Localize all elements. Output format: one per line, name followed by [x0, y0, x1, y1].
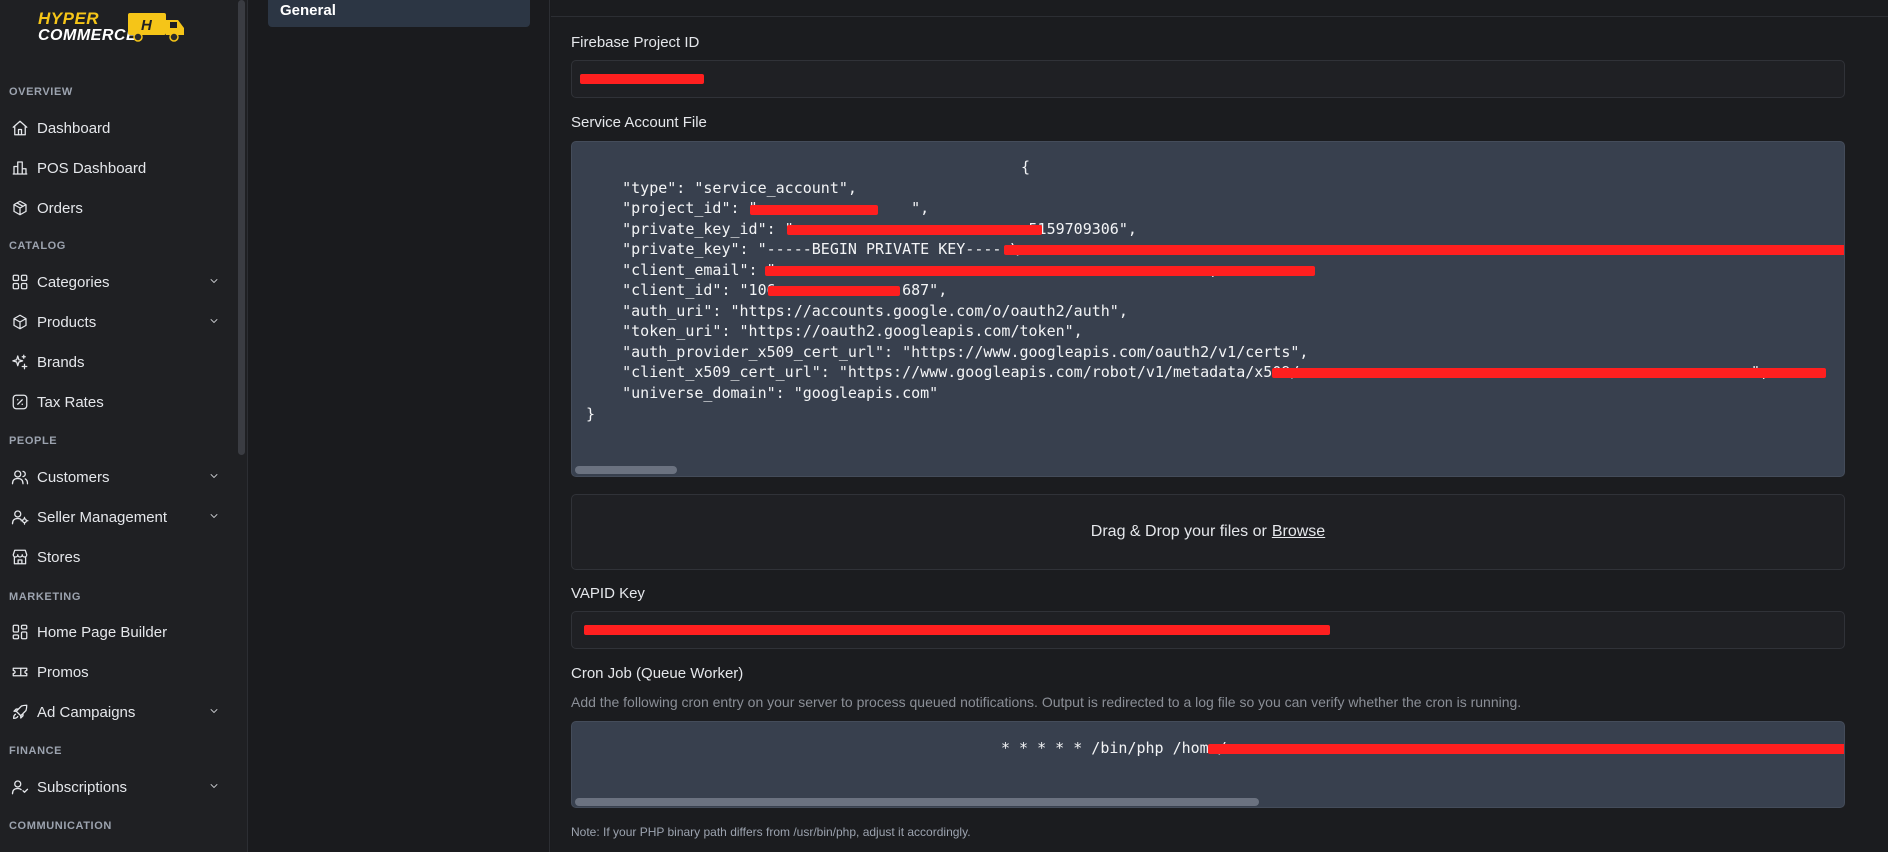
redaction-mark [1004, 245, 1844, 255]
package-icon [10, 198, 30, 218]
sidebar-item-label: Orders [37, 199, 83, 217]
json-line: "type": "service_account", [586, 179, 857, 197]
user-gear-icon [10, 507, 30, 527]
redaction-mark [765, 266, 1315, 276]
main-content: Firebase Project ID Service Account File… [551, 0, 1888, 852]
settings-nav: General [248, 0, 550, 852]
user-badge-icon [10, 777, 30, 797]
sparkles-icon [10, 352, 30, 372]
section-communication: COMMUNICATION [9, 820, 112, 832]
section-finance: FINANCE [9, 745, 63, 757]
vapid-key-input[interactable] [571, 611, 1845, 649]
home-icon [10, 118, 30, 138]
file-dropzone[interactable]: Drag & Drop your files or Browse [571, 494, 1845, 570]
json-line: "private_key": "-----BEGIN PRIVATE KEY--… [586, 240, 1020, 258]
sidebar-item-label: Tax Rates [37, 393, 104, 411]
chevron-down-icon [210, 784, 218, 788]
brand-logo[interactable]: HYPER COMMERCE H [38, 6, 192, 46]
section-overview: OVERVIEW [9, 86, 73, 98]
sidebar-item-label: Subscriptions [37, 778, 128, 796]
service-account-label: Service Account File [571, 114, 707, 131]
percent-icon [10, 392, 30, 412]
chevron-down-icon [210, 709, 218, 713]
service-account-textarea[interactable]: { "type": "service_account", "project_id… [571, 141, 1845, 477]
php-path-note: Note: If your PHP binary path differs fr… [571, 825, 971, 839]
browse-link[interactable]: Browse [1272, 523, 1325, 541]
sidebar-item-label: Stores [37, 548, 81, 566]
cron-command-box[interactable]: * * * * * /bin/php /home/ [571, 721, 1845, 808]
sidebar-item-label: Brands [37, 353, 85, 371]
sidebar-item-categories[interactable]: Categories [0, 266, 234, 298]
sidebar-item-pos-dashboard[interactable]: POS Dashboard [0, 152, 234, 184]
json-line: } [586, 405, 596, 423]
brand-wordmark: HYPER COMMERCE [38, 10, 137, 44]
redaction-mark [584, 625, 1330, 635]
json-line: "auth_uri": "https://accounts.google.com… [586, 302, 1128, 320]
sidebar-item-label: Dashboard [37, 119, 111, 137]
dropzone-text: Drag & Drop your files or [1090, 523, 1267, 540]
section-catalog: CATALOG [9, 240, 66, 252]
json-line: "auth_provider_x509_cert_url": "https://… [586, 343, 1309, 361]
sidebar-item-dashboard[interactable]: Dashboard [0, 112, 234, 144]
sidebar-item-label: Seller Management [37, 508, 168, 526]
redaction-mark [580, 74, 704, 84]
sidebar-item-products[interactable]: Products [0, 306, 234, 338]
store-icon [10, 547, 30, 567]
sidebar-item-label: Customers [37, 468, 110, 486]
layout-grid-icon [10, 622, 30, 642]
sidebar-item-seller-management[interactable]: Seller Management [0, 501, 234, 533]
bar-chart-icon [10, 158, 30, 178]
vapid-key-label: VAPID Key [571, 585, 645, 602]
divider [551, 16, 1888, 17]
redaction-mark [1272, 368, 1826, 378]
code-horizontal-scrollbar[interactable] [575, 466, 677, 474]
redaction-mark [750, 205, 878, 215]
cron-horizontal-scrollbar[interactable] [575, 798, 1259, 806]
users-icon [10, 467, 30, 487]
redaction-mark [768, 286, 900, 296]
sidebar-item-customers[interactable]: Customers [0, 461, 234, 493]
sidebar-item-promos[interactable]: Promos [0, 656, 234, 688]
firebase-project-id-label: Firebase Project ID [571, 34, 700, 51]
grid-icon [10, 272, 30, 292]
section-marketing: MARKETING [9, 591, 82, 603]
sidebar-item-label: POS Dashboard [37, 159, 147, 177]
sidebar-item-brands[interactable]: Brands [0, 346, 234, 378]
chevron-down-icon [210, 279, 218, 283]
sidebar-item-label: Products [37, 313, 97, 331]
rocket-icon [10, 702, 30, 722]
redaction-mark [1208, 744, 1844, 754]
cron-job-label: Cron Job (Queue Worker) [571, 665, 744, 682]
sidebar-item-home-page-builder[interactable]: Home Page Builder [0, 616, 234, 648]
section-people: PEOPLE [9, 435, 58, 447]
cron-help-text: Add the following cron entry on your ser… [571, 694, 1522, 710]
sidebar-item-stores[interactable]: Stores [0, 541, 234, 573]
sidebar-item-label: Home Page Builder [37, 623, 168, 641]
sidebar-item-label: Promos [37, 663, 89, 681]
sidebar-item-label: Ad Campaigns [37, 703, 136, 721]
json-line: { [1021, 158, 1031, 176]
chevron-down-icon [210, 319, 218, 323]
brand-line1: HYPER [38, 9, 100, 28]
sidebar-item-ad-campaigns[interactable]: Ad Campaigns [0, 696, 234, 728]
truck-icon: H [128, 13, 184, 42]
truck-letter: H [141, 17, 153, 34]
json-line: "token_uri": "https://oauth2.googleapis.… [586, 322, 1083, 340]
redaction-mark [787, 225, 1042, 235]
firebase-project-id-input[interactable] [571, 60, 1845, 98]
chevron-down-icon [210, 474, 218, 478]
cron-command: * * * * * /bin/php /home/ [1001, 739, 1227, 757]
sidebar-item-orders[interactable]: Orders [0, 192, 234, 224]
sidebar: HYPER COMMERCE H OVERVIEW Dashboard POS … [0, 0, 248, 852]
sidebar-scrollbar[interactable] [238, 0, 245, 455]
sidebar-item-subscriptions[interactable]: Subscriptions [0, 771, 234, 803]
package-icon [10, 312, 30, 332]
ticket-icon [10, 662, 30, 682]
chevron-down-icon [210, 514, 218, 518]
sidebar-item-label: Categories [37, 273, 110, 291]
sidebar-item-tax-rates[interactable]: Tax Rates [0, 386, 234, 418]
json-line: "universe_domain": "googleapis.com" [586, 384, 939, 402]
settings-nav-general[interactable]: General [268, 0, 530, 27]
brand-line2: COMMERCE [38, 27, 138, 44]
